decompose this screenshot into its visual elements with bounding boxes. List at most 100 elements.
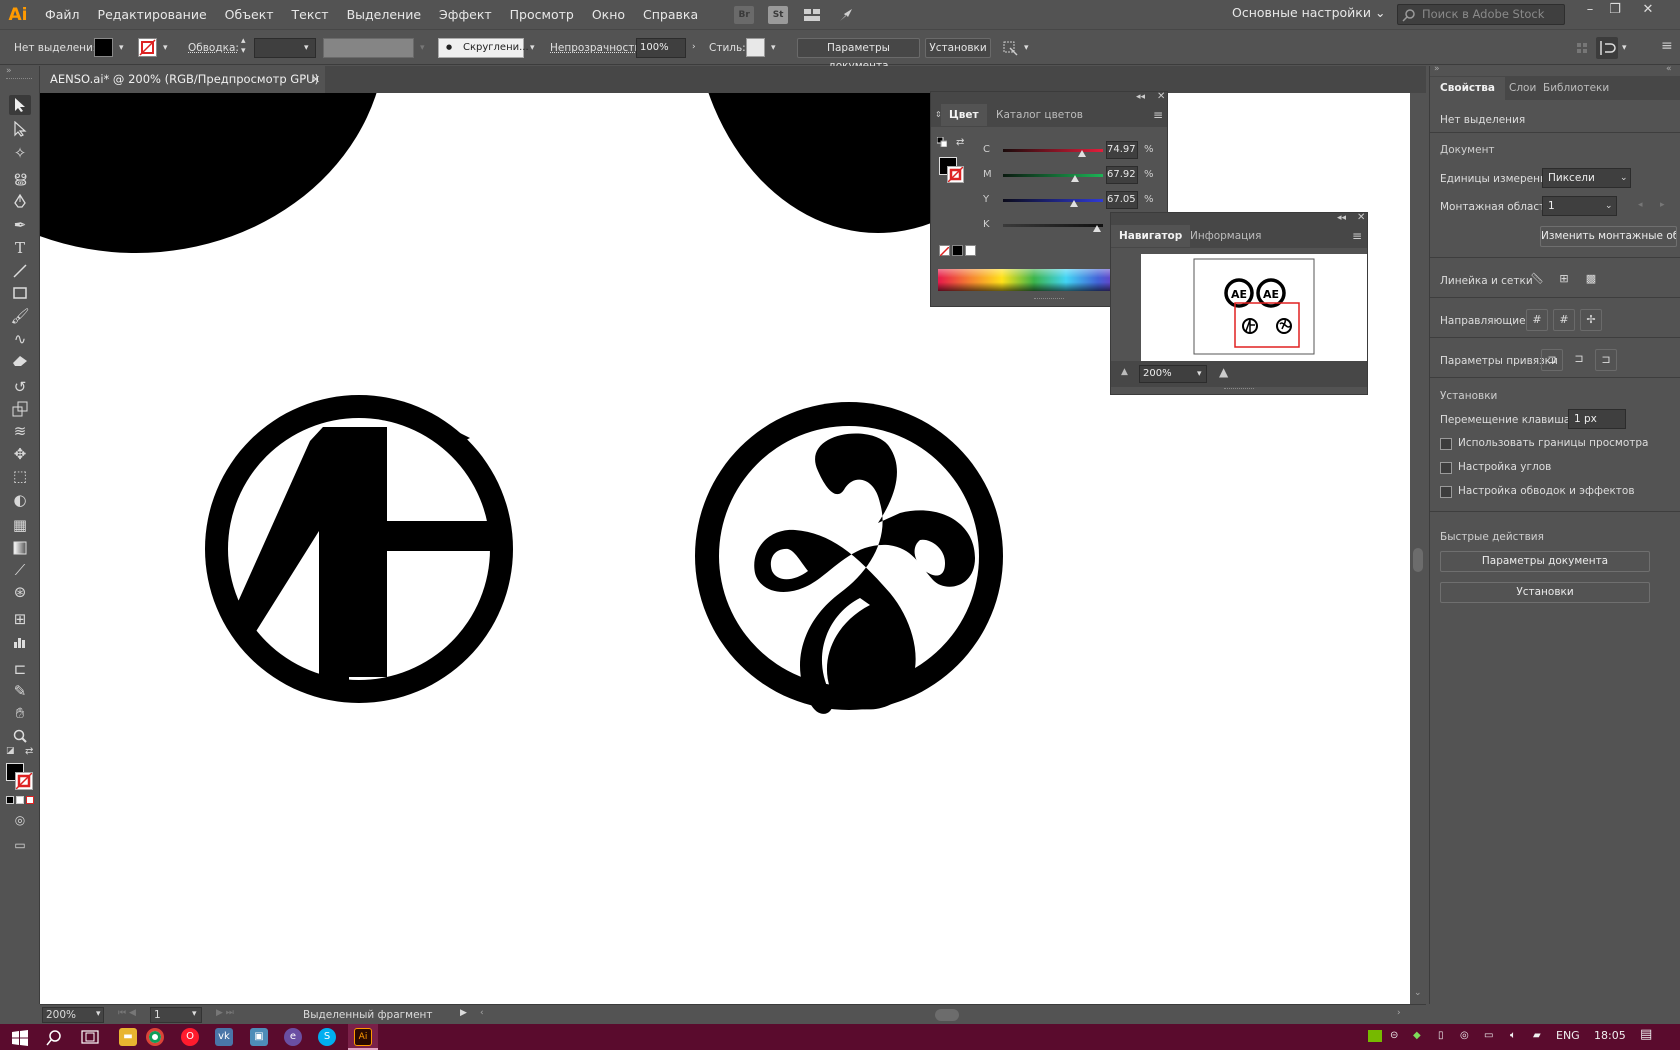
expand-icon[interactable]: » — [1434, 64, 1440, 74]
black-track[interactable] — [1003, 224, 1103, 227]
notifications-icon[interactable]: ▤ — [1640, 1027, 1652, 1042]
zoom-field[interactable]: 200% — [42, 1007, 104, 1023]
shape-builder-icon[interactable]: ◐ — [9, 490, 31, 510]
horizontal-scrollbar-thumb[interactable] — [935, 1009, 959, 1021]
color-mode-icon[interactable] — [6, 796, 14, 804]
preferences-button[interactable]: Установки — [1440, 582, 1650, 603]
grid-icon[interactable]: ⊞ — [1553, 269, 1575, 291]
menu-file[interactable]: Файл — [36, 7, 89, 22]
checkbox-scale-corners[interactable] — [1440, 462, 1452, 474]
tab-navigator[interactable]: Навигатор — [1111, 225, 1191, 247]
chevron-down-icon[interactable]: ▾ — [192, 1009, 197, 1019]
show-guides-icon[interactable]: # — [1526, 309, 1548, 331]
pen-tool-icon[interactable] — [9, 192, 31, 212]
chevron-down-icon[interactable]: ▾ — [96, 1009, 101, 1019]
stroke-color-box[interactable] — [15, 772, 33, 790]
lasso-icon[interactable]: ൠ — [9, 167, 31, 187]
scale-tool-icon[interactable] — [9, 399, 31, 419]
menu-edit[interactable]: Редактирование — [89, 7, 216, 22]
resize-grip[interactable] — [1034, 298, 1064, 301]
prev-artboard-icon[interactable]: ◂ — [1638, 200, 1643, 210]
warp-tool-icon[interactable]: ≋ — [9, 421, 31, 441]
chevron-down-icon[interactable]: ▾ — [119, 43, 124, 53]
units-dropdown[interactable]: Пиксели — [1542, 168, 1631, 188]
puppet-warp-icon[interactable]: ✥ — [9, 444, 31, 464]
minimize-icon[interactable]: – — [1580, 2, 1600, 20]
snap-to-grid-icon[interactable]: ⊐ — [1595, 349, 1617, 371]
workspace-switcher[interactable]: Основные настройки ⌄ — [1232, 5, 1385, 20]
menu-effect[interactable]: Эффект — [430, 7, 501, 22]
snap-to-point-icon[interactable]: ⊐ — [1541, 349, 1563, 371]
yellow-value[interactable]: 67.05 — [1106, 191, 1138, 209]
vk-icon[interactable]: vk — [215, 1028, 233, 1046]
selection-tool-icon[interactable] — [9, 95, 31, 115]
menu-window[interactable]: Окно — [583, 7, 634, 22]
tab-color-guide[interactable]: Каталог цветов — [988, 104, 1091, 126]
close-tab-icon[interactable]: ✕ — [311, 73, 320, 86]
smart-guides-icon[interactable]: ✢ — [1580, 309, 1602, 331]
hamburger-menu-icon[interactable]: ≡ — [1661, 38, 1673, 54]
skype-icon[interactable]: S — [318, 1028, 336, 1046]
curvature-tool-icon[interactable]: ✒ — [9, 215, 31, 235]
magic-wand-icon[interactable]: ✧ — [9, 143, 31, 163]
variable-width-profile[interactable] — [323, 38, 414, 58]
tab-libraries[interactable]: Библиотеки — [1535, 77, 1617, 100]
network-tray-icon[interactable]: ▭ — [1484, 1030, 1493, 1041]
arrange-documents-icon[interactable] — [802, 6, 822, 24]
scroll-right-icon[interactable]: › — [1397, 1008, 1401, 1018]
chevron-right-icon[interactable]: › — [692, 42, 696, 52]
volume-tray-icon[interactable]: 🔈︎ — [1510, 1030, 1516, 1041]
panel-menu-icon[interactable]: ≡ — [1352, 229, 1362, 243]
input-language[interactable]: ENG — [1556, 1029, 1580, 1042]
menu-select[interactable]: Выделение — [338, 7, 430, 22]
artboard-tool-icon[interactable]: ⊏ — [9, 659, 31, 679]
chevron-down-icon[interactable]: ▾ — [1024, 43, 1029, 53]
task-view-icon[interactable] — [81, 1030, 99, 1044]
battery-tray-icon[interactable]: ▰ — [1533, 1030, 1541, 1041]
menu-help[interactable]: Справка — [634, 7, 707, 22]
checkbox-scale-strokes[interactable] — [1440, 486, 1452, 498]
magenta-track[interactable] — [1003, 174, 1103, 177]
edit-artboards-button[interactable]: Изменить монтажные области — [1540, 226, 1677, 247]
direct-selection-tool-icon[interactable] — [9, 119, 31, 139]
zoom-out-icon[interactable]: ▲ — [1121, 367, 1128, 377]
nvidia-tray-icon[interactable] — [1368, 1030, 1382, 1042]
gpu-performance-icon[interactable] — [836, 6, 856, 24]
default-colors-icon[interactable]: ◪ — [6, 746, 15, 756]
stock-search-input[interactable]: Поиск в Adobe Stock — [1397, 4, 1565, 25]
mesh-tool-icon[interactable]: ▦ — [9, 515, 31, 535]
draw-mode-icon[interactable]: ◎ — [9, 810, 31, 830]
vertical-scrollbar[interactable]: ⌄ — [1410, 93, 1426, 1004]
collapse-icon[interactable]: « — [1666, 64, 1672, 74]
maximize-icon[interactable]: ❐ — [1605, 2, 1625, 20]
keyboard-increment-field[interactable]: 1 px — [1568, 409, 1626, 429]
zoom-tool-icon[interactable] — [9, 726, 31, 746]
file-explorer-icon[interactable]: ▬ — [119, 1028, 137, 1046]
next-artboard-icon[interactable]: ▸ — [1660, 200, 1665, 210]
collapse-panel-icon[interactable]: ◂◂ — [1136, 92, 1145, 102]
close-icon[interactable]: ✕ — [1638, 2, 1658, 20]
opera-icon[interactable]: O — [181, 1028, 199, 1046]
paintbrush-icon[interactable]: 🖌︎ — [9, 306, 31, 326]
chevron-down-icon[interactable]: ▾ — [1622, 43, 1627, 53]
stroke-swatch[interactable] — [138, 38, 157, 57]
chevron-down-icon[interactable]: ▾ — [304, 43, 309, 53]
screen-mode-icon[interactable]: ▭ — [9, 835, 31, 855]
tab-color[interactable]: Цвет — [941, 104, 987, 126]
arrange-icon[interactable] — [1001, 39, 1019, 57]
illustrator-taskbar-button[interactable]: Ai — [348, 1024, 378, 1050]
graphic-style-swatch[interactable] — [746, 38, 765, 57]
panel-menu-icon[interactable]: ≡ — [1153, 108, 1163, 122]
cyan-value[interactable]: 74.97 — [1106, 141, 1138, 159]
lock-guides-icon[interactable]: # — [1553, 309, 1575, 331]
cyan-track[interactable] — [1003, 149, 1103, 152]
blend-tool-icon[interactable]: ⊛ — [9, 582, 31, 602]
last-artboard-icon[interactable]: ▶ ⏭ — [216, 1008, 234, 1018]
black-swatch[interactable] — [952, 245, 963, 256]
chevron-down-icon[interactable]: ▾ — [530, 43, 535, 53]
menu-view[interactable]: Просмотр — [501, 7, 583, 22]
scroll-down-icon[interactable]: ⌄ — [1414, 988, 1422, 998]
none-swatch[interactable] — [939, 245, 950, 257]
zoom-in-icon[interactable]: ▲ — [1219, 365, 1228, 379]
preferences-button[interactable]: Установки — [925, 38, 991, 58]
